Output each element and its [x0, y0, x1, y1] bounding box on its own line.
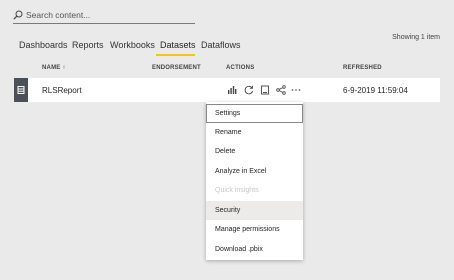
more-options-icon[interactable]: [290, 84, 302, 96]
dataset-name-link[interactable]: RLSReport: [42, 86, 82, 95]
create-report-icon[interactable]: [226, 84, 238, 96]
tab-reports[interactable]: Reports: [72, 40, 104, 50]
tab-dashboards[interactable]: Dashboards: [19, 40, 68, 50]
schedule-refresh-icon[interactable]: [259, 84, 271, 96]
more-options-menu: Settings Rename Delete Analyze in Excel …: [206, 102, 303, 260]
item-count: Showing 1 item: [392, 34, 440, 41]
menu-item-rename[interactable]: Rename: [206, 123, 303, 142]
menu-item-delete[interactable]: Delete: [206, 142, 303, 161]
column-header-endorsement[interactable]: ENDORSEMENT: [152, 65, 201, 71]
menu-item-settings[interactable]: Settings: [206, 104, 303, 123]
menu-item-download-pbix[interactable]: Download .pbix: [206, 240, 303, 259]
tab-datasets[interactable]: Datasets: [160, 40, 196, 50]
dataset-icon: [17, 86, 25, 94]
dataset-type-cell: [14, 78, 28, 102]
active-tab-indicator: [156, 54, 195, 56]
refresh-icon[interactable]: [243, 84, 255, 96]
menu-item-quick-insights: Quick insights: [215, 187, 259, 194]
menu-item-manage-permissions[interactable]: Manage permissions: [206, 220, 303, 239]
refreshed-timestamp: 6-9-2019 11:59:04: [343, 86, 408, 95]
tab-workbooks[interactable]: Workbooks: [110, 40, 155, 50]
column-header-actions: ACTIONS: [226, 65, 255, 71]
menu-item-security[interactable]: Security: [206, 201, 303, 220]
search-input[interactable]: [26, 8, 191, 22]
column-header-refreshed[interactable]: REFRESHED: [343, 65, 382, 71]
tab-dataflows[interactable]: Dataflows: [201, 40, 241, 50]
column-header-name[interactable]: NAME ↑: [42, 65, 66, 71]
share-icon[interactable]: [275, 84, 287, 96]
search-icon: [13, 10, 23, 20]
menu-item-analyze-in-excel[interactable]: Analyze in Excel: [206, 162, 303, 181]
search-box[interactable]: [13, 8, 195, 24]
